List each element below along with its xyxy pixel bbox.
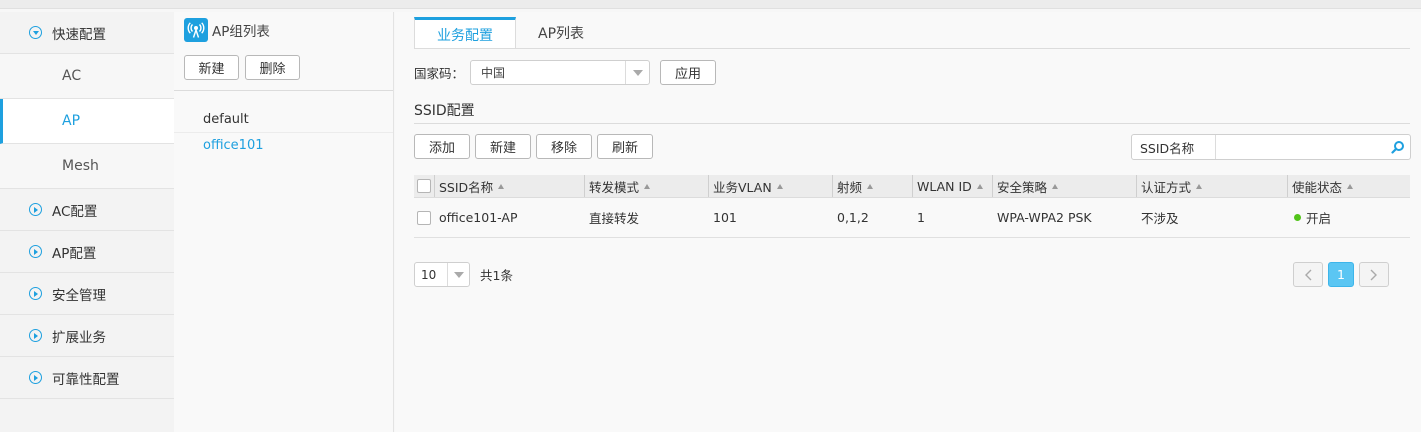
sidebar-item-ac-config[interactable]: AC配置 — [0, 189, 174, 231]
sidebar-item-label: AC配置 — [52, 203, 98, 220]
row-select-cell — [417, 198, 431, 237]
ap-group-header: AP组列表 — [184, 18, 270, 42]
sidebar-item-ap-config[interactable]: AP配置 — [0, 231, 174, 273]
divider — [414, 48, 1410, 49]
next-page-button[interactable] — [1359, 262, 1389, 287]
column-header[interactable]: SSID名称 — [434, 175, 505, 197]
chevron-right-circle-icon — [29, 203, 42, 216]
sidebar-subitem-ap[interactable]: AP — [0, 99, 174, 144]
status-text: 开启 — [1306, 211, 1332, 226]
sidebar-item-quick-config[interactable]: 快速配置 — [0, 12, 174, 54]
sort-asc-icon — [976, 183, 983, 189]
sort-asc-icon — [867, 183, 874, 189]
country-code-value: 中国 — [481, 66, 506, 80]
column-header[interactable]: 使能状态 — [1287, 175, 1354, 197]
cell-wlan-id: 1 — [917, 210, 925, 225]
column-header[interactable]: 射频 — [832, 175, 874, 197]
sort-asc-icon — [1196, 183, 1203, 189]
sidebar-item-label: AP配置 — [52, 245, 97, 262]
column-header[interactable]: 安全策略 — [992, 175, 1059, 197]
ssid-table: SSID名称 转发模式 业务VLAN 射频 WLAN ID 安全策略 认证方式 … — [414, 175, 1410, 238]
cell-forward-mode: 直接转发 — [589, 211, 640, 226]
sidebar-item-label: 快速配置 — [52, 26, 106, 43]
page-size-value: 10 — [421, 267, 437, 282]
ssid-search: SSID名称 — [1131, 134, 1411, 160]
chevron-right-circle-icon — [29, 371, 42, 384]
sidebar-subitem-ac[interactable]: AC — [0, 54, 174, 99]
new-group-button[interactable]: 新建 — [184, 55, 239, 80]
sidebar-item-reliability[interactable]: 可靠性配置 — [0, 357, 174, 399]
ssid-toolbar: 添加 新建 移除 刷新 — [414, 134, 653, 159]
delete-group-button[interactable]: 删除 — [245, 55, 300, 80]
chevron-right-circle-icon — [29, 287, 42, 300]
cell-auth: 不涉及 — [1141, 211, 1179, 226]
cell-status: 开启 — [1294, 198, 1331, 237]
refresh-button[interactable]: 刷新 — [597, 134, 653, 159]
pager-left: 10 共1条 — [414, 262, 513, 287]
group-item-default[interactable]: default — [174, 106, 393, 132]
chevron-left-icon — [1305, 269, 1312, 280]
search-icon[interactable] — [1387, 135, 1410, 159]
sidebar: 快速配置 AC AP Mesh AC配置 AP配置 安全管理 扩展业务 可靠性配… — [0, 12, 174, 432]
ap-group-title: AP组列表 — [212, 24, 270, 40]
search-label: SSID名称 — [1132, 135, 1216, 159]
dropdown-arrow-icon[interactable] — [625, 61, 649, 84]
country-row: 国家码： 中国 应用 — [414, 60, 717, 85]
sidebar-item-extended[interactable]: 扩展业务 — [0, 315, 174, 357]
prev-page-button[interactable] — [1293, 262, 1323, 287]
divider — [174, 90, 393, 91]
section-title: SSID配置 — [414, 103, 475, 119]
country-code-label: 国家码： — [414, 66, 465, 81]
dropdown-arrow-icon[interactable] — [447, 263, 469, 286]
status-dot-icon — [1294, 214, 1301, 221]
sort-asc-icon — [644, 183, 651, 189]
cell-vlan: 101 — [713, 210, 737, 225]
column-header[interactable]: WLAN ID — [912, 175, 983, 197]
top-bar — [0, 0, 1421, 9]
ap-group-list: default office101 — [174, 106, 393, 158]
chevron-right-circle-icon — [29, 245, 42, 258]
sidebar-subitem-mesh[interactable]: Mesh — [0, 144, 174, 189]
divider — [414, 123, 1410, 124]
sort-asc-icon — [1347, 183, 1354, 189]
cell-security: WPA-WPA2 PSK — [997, 210, 1092, 225]
page-size-select[interactable]: 10 — [414, 262, 470, 287]
new-button[interactable]: 新建 — [475, 134, 531, 159]
row-checkbox[interactable] — [417, 210, 431, 225]
country-code-select[interactable]: 中国 — [470, 60, 651, 85]
ap-group-panel: AP组列表 新建 删除 default office101 — [174, 12, 394, 432]
tab-ap-list[interactable]: AP列表 — [516, 17, 606, 48]
sidebar-item-security[interactable]: 安全管理 — [0, 273, 174, 315]
table-header: SSID名称 转发模式 业务VLAN 射频 WLAN ID 安全策略 认证方式 … — [414, 175, 1410, 198]
cell-radio: 0,1,2 — [837, 210, 869, 225]
sidebar-item-label: 可靠性配置 — [52, 371, 120, 388]
sidebar-item-label: 安全管理 — [52, 287, 106, 304]
page-number-button[interactable]: 1 — [1328, 262, 1354, 287]
pagination: 1 — [1293, 262, 1389, 287]
group-item-office101[interactable]: office101 — [174, 132, 393, 158]
column-header[interactable]: 转发模式 — [584, 175, 651, 197]
sort-asc-icon — [498, 183, 505, 189]
apply-button[interactable]: 应用 — [660, 60, 717, 85]
select-all-cell — [417, 175, 431, 197]
select-all-checkbox[interactable] — [417, 179, 431, 193]
search-input[interactable] — [1215, 135, 1387, 159]
tab-bar: 业务配置 AP列表 — [414, 17, 606, 49]
sidebar-item-label: 扩展业务 — [52, 329, 106, 346]
sort-asc-icon — [776, 183, 783, 189]
column-header[interactable]: 业务VLAN — [708, 175, 783, 197]
cell-ssid: office101-AP — [439, 210, 518, 225]
table-row[interactable]: office101-AP 直接转发 101 0,1,2 1 WPA-WPA2 P… — [414, 198, 1410, 238]
column-header[interactable]: 认证方式 — [1136, 175, 1203, 197]
remove-button[interactable]: 移除 — [536, 134, 592, 159]
chevron-right-circle-icon — [29, 329, 42, 342]
main-content: 业务配置 AP列表 国家码： 中国 应用 SSID配置 添加 新建 移除 刷新 … — [395, 12, 1421, 432]
tab-service-config[interactable]: 业务配置 — [414, 17, 516, 49]
wireless-ap-icon — [184, 18, 208, 42]
sort-asc-icon — [1052, 183, 1059, 189]
chevron-down-circle-icon — [29, 26, 42, 39]
chevron-right-icon — [1370, 269, 1377, 280]
total-count: 共1条 — [480, 268, 513, 283]
add-button[interactable]: 添加 — [414, 134, 470, 159]
